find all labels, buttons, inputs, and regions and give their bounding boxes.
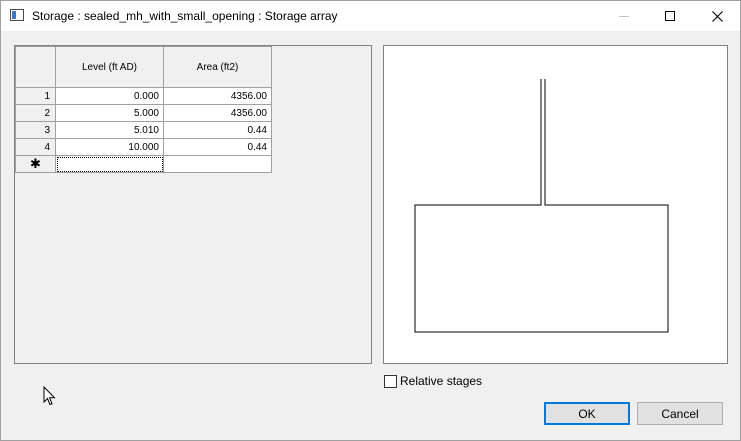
table-row: 3 5.010 0.44 (15, 121, 272, 139)
level-cell[interactable]: 5.000 (55, 104, 164, 122)
area-cell[interactable]: 4356.00 (163, 104, 272, 122)
relative-stages-label: Relative stages (400, 374, 483, 388)
table-new-row: ✱ (15, 155, 272, 173)
column-header-area[interactable]: Area (ft2) (163, 46, 272, 88)
storage-table-panel: Level (ft AD) Area (ft2) 1 0.000 4356.00… (14, 45, 372, 364)
area-cell[interactable]: 0.44 (163, 121, 272, 139)
ok-button[interactable]: OK (544, 402, 630, 425)
storage-profile-diagram (414, 79, 669, 333)
maximize-icon (665, 11, 675, 21)
level-cell[interactable]: 10.000 (55, 138, 164, 156)
storage-preview-panel (383, 45, 728, 364)
level-cell[interactable]: 0.000 (55, 87, 164, 105)
relative-stages-option[interactable]: Relative stages (384, 374, 482, 388)
app-icon (10, 9, 24, 21)
minimize-icon (619, 15, 629, 17)
close-button[interactable] (694, 1, 740, 31)
minimize-button[interactable] (601, 1, 647, 31)
area-cell[interactable]: 4356.00 (163, 87, 272, 105)
storage-shape (414, 79, 669, 333)
table-row: 2 5.000 4356.00 (15, 104, 272, 122)
mouse-pointer-icon (43, 386, 56, 406)
close-icon (711, 10, 723, 22)
new-level-cell[interactable] (55, 155, 164, 173)
table-corner-cell[interactable] (15, 46, 56, 88)
dialog-window: Storage : sealed_mh_with_small_opening :… (0, 0, 741, 441)
new-area-cell[interactable] (163, 155, 272, 173)
area-cell[interactable]: 0.44 (163, 138, 272, 156)
table-row: 1 0.000 4356.00 (15, 87, 272, 105)
column-header-level[interactable]: Level (ft AD) (55, 46, 164, 88)
table-row: 4 10.000 0.44 (15, 138, 272, 156)
row-header[interactable]: 3 (15, 121, 56, 139)
table-header-row: Level (ft AD) Area (ft2) (15, 46, 272, 88)
relative-stages-checkbox[interactable] (384, 374, 397, 388)
maximize-button[interactable] (647, 1, 693, 31)
cancel-button[interactable]: Cancel (637, 402, 723, 425)
row-header[interactable]: 2 (15, 104, 56, 122)
new-row-icon[interactable]: ✱ (15, 155, 56, 173)
storage-table: Level (ft AD) Area (ft2) 1 0.000 4356.00… (15, 46, 272, 173)
row-header[interactable]: 4 (15, 138, 56, 156)
level-cell[interactable]: 5.010 (55, 121, 164, 139)
title-bar[interactable]: Storage : sealed_mh_with_small_opening :… (1, 1, 740, 31)
window-title: Storage : sealed_mh_with_small_opening :… (32, 9, 338, 23)
row-header[interactable]: 1 (15, 87, 56, 105)
